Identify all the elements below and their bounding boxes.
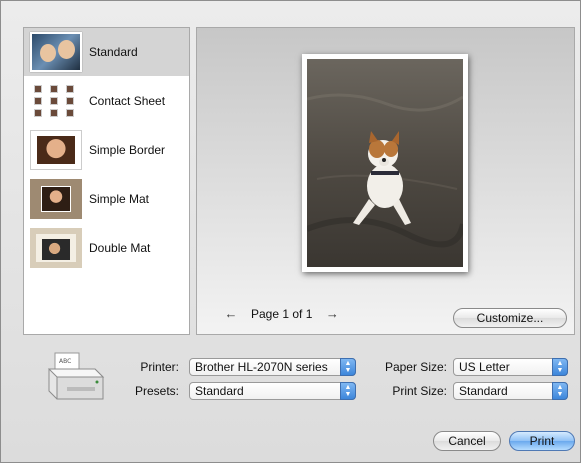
arrow-left-icon[interactable]: ← <box>223 307 239 321</box>
layout-item-double-mat[interactable]: Double Mat <box>24 224 189 272</box>
simple-border-thumbnail <box>30 130 82 170</box>
print-size-popup[interactable]: Standard ▲ ▼ <box>453 382 568 400</box>
paper-size-popup[interactable]: US Letter ▲ ▼ <box>453 358 568 376</box>
arrow-right-icon[interactable]: → <box>324 307 340 321</box>
dog-photo <box>307 59 463 267</box>
customize-button[interactable]: Customize... <box>453 308 567 328</box>
preview-photo <box>302 54 468 272</box>
print-size-value: Standard <box>459 384 508 398</box>
layout-label: Contact Sheet <box>89 94 166 108</box>
printer-value: Brother HL-2070N series <box>195 360 328 374</box>
contact-sheet-thumbnail <box>30 81 82 121</box>
layout-label: Standard <box>89 45 138 59</box>
print-size-label: Print Size: <box>392 384 447 398</box>
simple-mat-thumbnail <box>30 179 82 219</box>
popup-arrows-icon: ▲ ▼ <box>340 358 356 376</box>
print-preview: ← Page 1 of 1 → Customize... <box>196 27 575 335</box>
layout-label: Double Mat <box>89 241 151 255</box>
print-dialog: Standard Contact Sheet Simple Border Sim… <box>0 0 581 463</box>
double-mat-thumbnail <box>30 228 82 268</box>
popup-arrows-icon: ▲ ▼ <box>340 382 356 400</box>
paper-size-value: US Letter <box>459 360 510 374</box>
popup-arrows-icon: ▲ ▼ <box>552 382 568 400</box>
printer-paper-text: ABC <box>59 358 71 365</box>
layout-label: Simple Border <box>89 143 166 157</box>
printer-popup[interactable]: Brother HL-2070N series ▲ ▼ <box>189 358 356 376</box>
standard-thumbnail <box>30 32 82 72</box>
paper-size-label: Paper Size: <box>384 360 447 374</box>
layout-item-simple-border[interactable]: Simple Border <box>24 126 189 174</box>
layout-label: Simple Mat <box>89 192 150 206</box>
layout-item-contact-sheet[interactable]: Contact Sheet <box>24 77 189 125</box>
page-label: Page 1 of 1 <box>251 307 313 321</box>
printer-icon: ABC <box>45 351 107 405</box>
presets-popup[interactable]: Standard ▲ ▼ <box>189 382 356 400</box>
printer-label: Printer: <box>140 360 179 374</box>
presets-value: Standard <box>195 384 244 398</box>
print-button[interactable]: Print <box>509 431 575 451</box>
popup-arrows-icon: ▲ ▼ <box>552 358 568 376</box>
page-navigation: ← Page 1 of 1 → <box>223 306 340 322</box>
layout-item-standard[interactable]: Standard <box>24 28 189 76</box>
presets-label: Presets: <box>134 384 179 398</box>
layout-item-simple-mat[interactable]: Simple Mat <box>24 175 189 223</box>
layout-list: Standard Contact Sheet Simple Border Sim… <box>23 27 190 335</box>
cancel-button[interactable]: Cancel <box>433 431 501 451</box>
